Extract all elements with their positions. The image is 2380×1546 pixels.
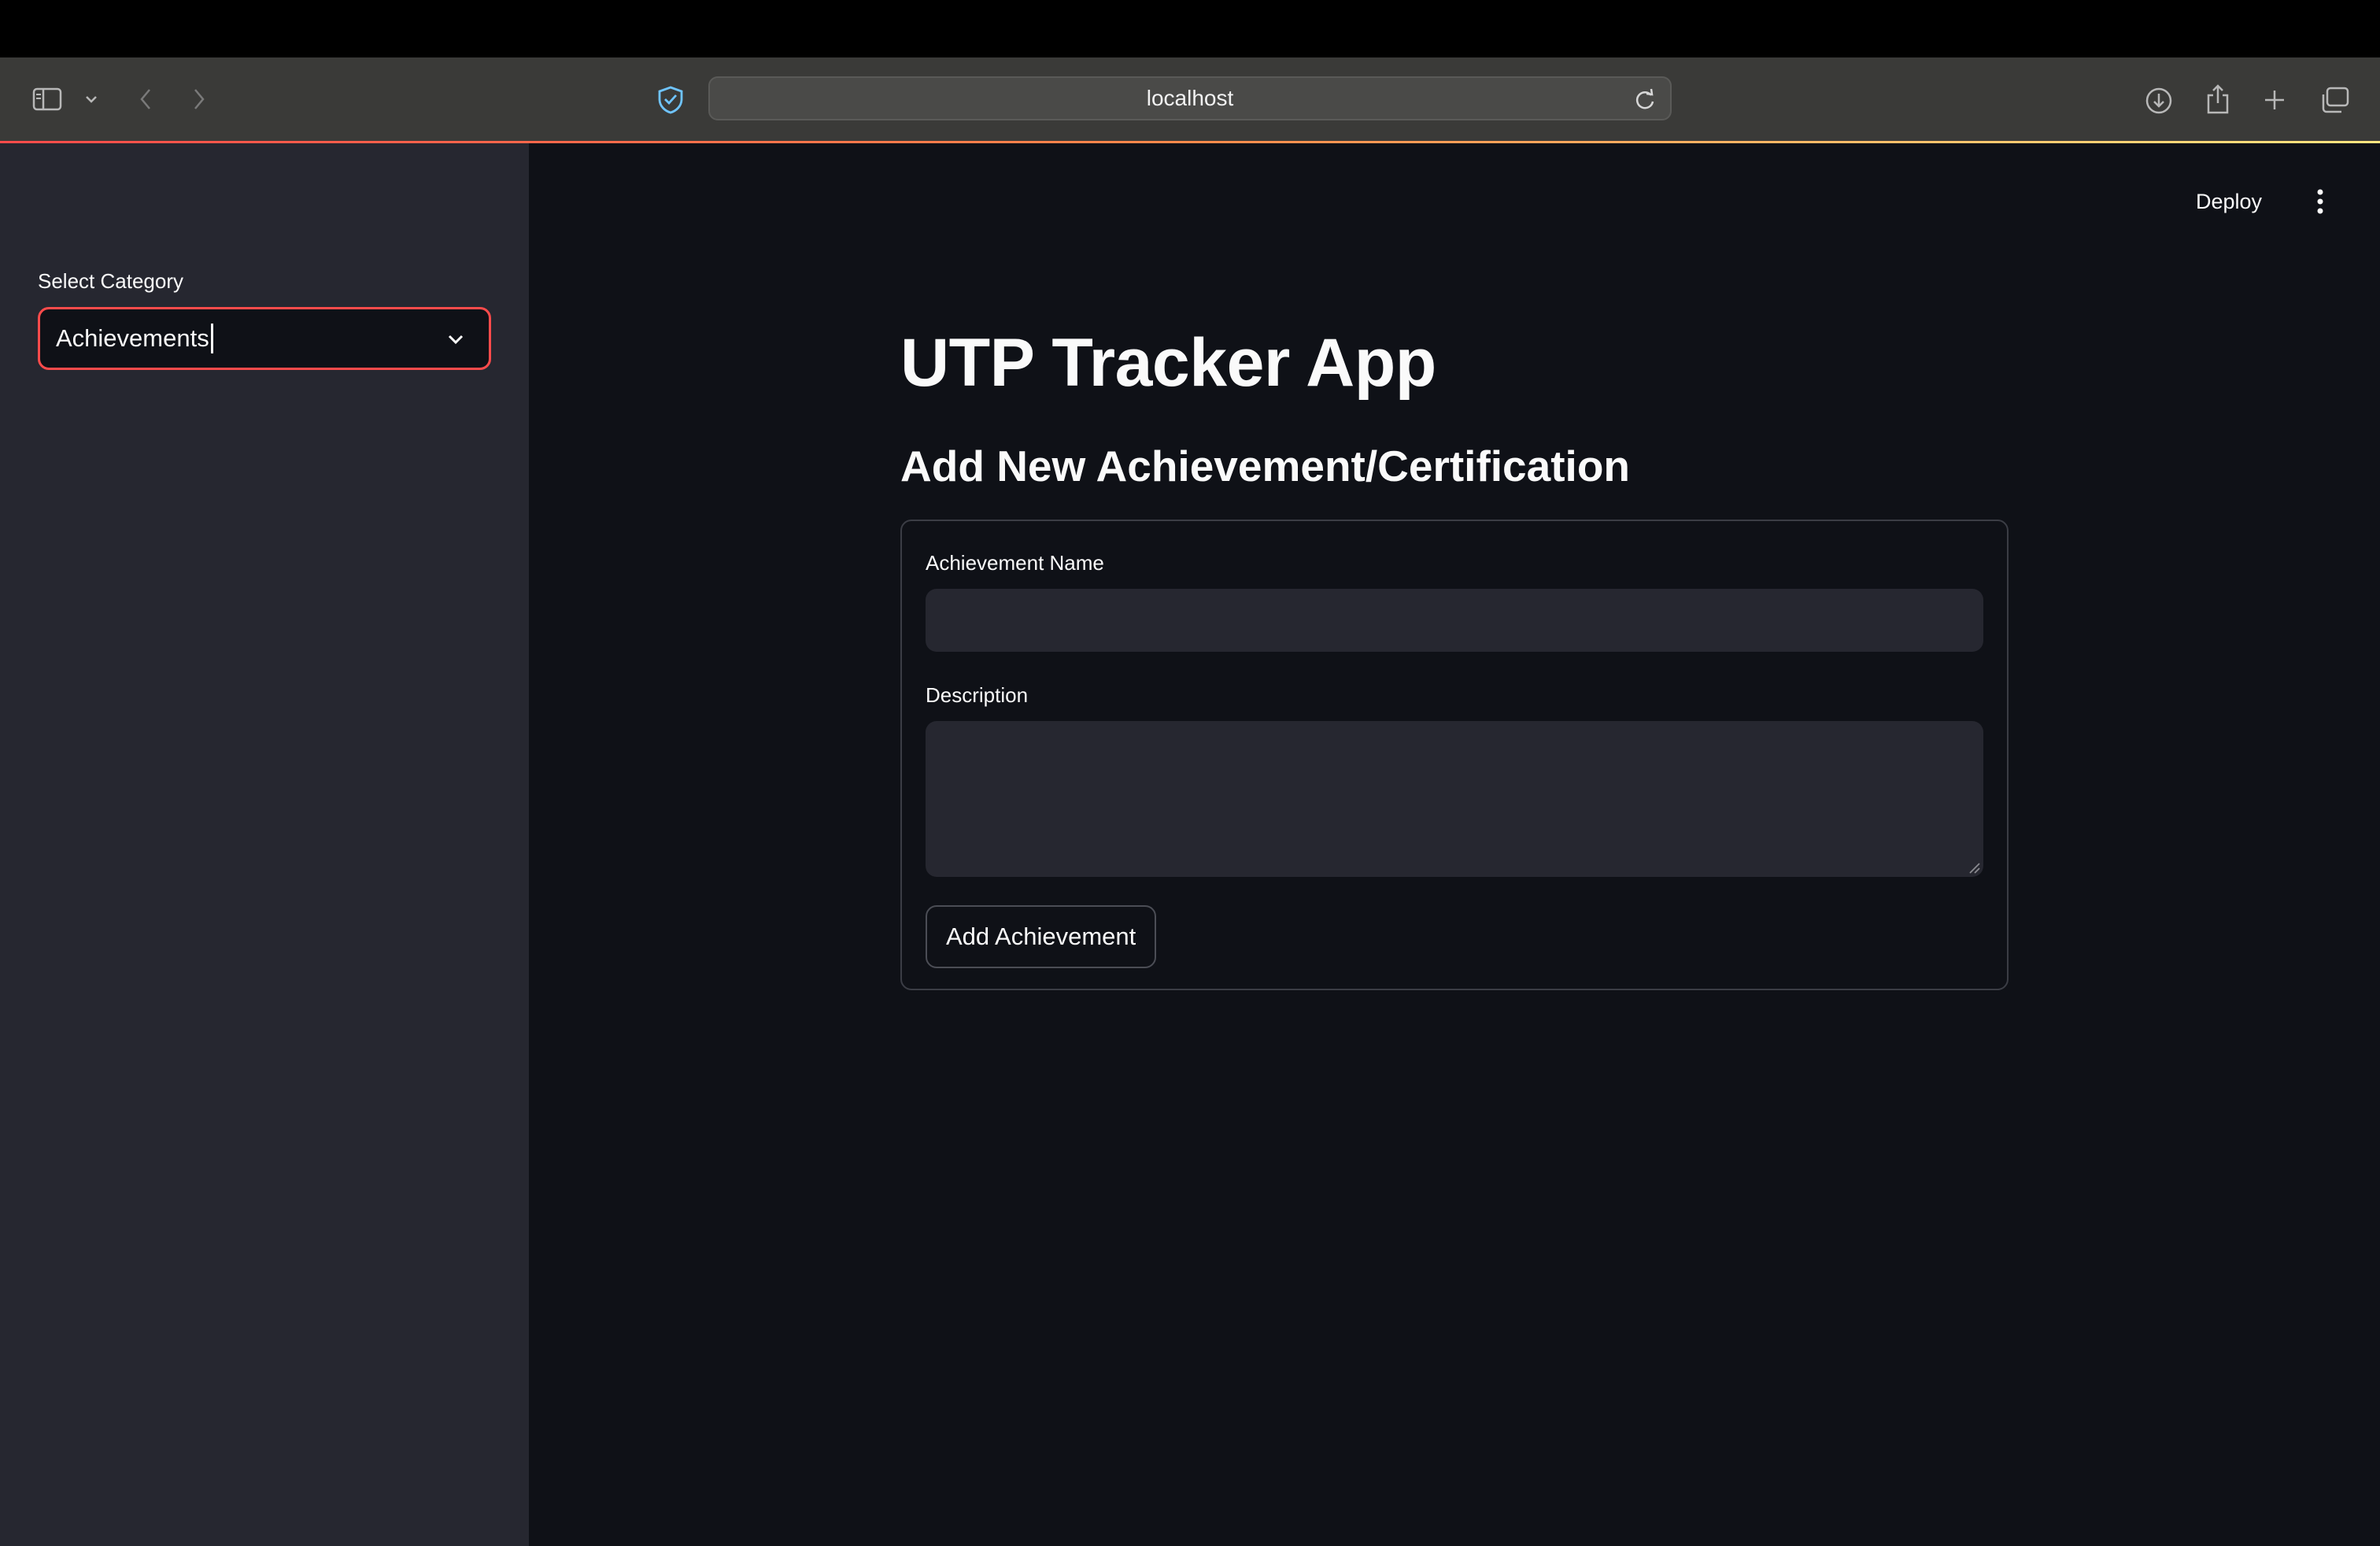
shield-icon[interactable]	[655, 84, 686, 116]
page-title: UTP Tracker App	[900, 325, 1436, 401]
sidebar: Select Category Achievements	[0, 143, 529, 1546]
url-text: localhost	[1146, 86, 1234, 110]
plus-icon[interactable]	[2260, 86, 2289, 114]
tabs-overview-icon[interactable]	[2319, 84, 2352, 116]
address-bar[interactable]: localhost	[708, 76, 1672, 120]
achievement-name-input[interactable]	[926, 589, 1983, 652]
forward-arrow-icon[interactable]	[187, 84, 211, 114]
description-textarea[interactable]	[926, 721, 1983, 877]
deploy-button[interactable]: Deploy	[2196, 183, 2262, 220]
text-caret	[210, 324, 213, 353]
reload-icon[interactable]	[1631, 86, 1659, 114]
kebab-menu-icon[interactable]	[2308, 183, 2333, 220]
sidebar-toggle-icon[interactable]	[31, 85, 63, 113]
achievement-form: Achievement Name Description Add Achieve…	[900, 520, 2009, 990]
select-chevron-icon[interactable]	[443, 327, 468, 352]
section-heading: Add New Achievement/Certification	[900, 442, 1631, 490]
add-achievement-button[interactable]: Add Achievement	[926, 905, 1157, 968]
screen-top-bar	[0, 0, 2380, 57]
select-category-label: Select Category	[38, 269, 183, 293]
download-icon[interactable]	[2142, 84, 2175, 117]
description-label: Description	[926, 683, 1029, 707]
share-icon[interactable]	[2202, 81, 2234, 117]
back-arrow-icon[interactable]	[134, 84, 157, 114]
category-select-value: Achievements	[56, 324, 209, 352]
streamlit-app: Select Category Achievements Deploy UTP …	[0, 143, 2380, 1546]
browser-toolbar: localhost	[0, 57, 2380, 141]
chevron-down-icon[interactable]	[82, 89, 101, 109]
achievement-name-label: Achievement Name	[926, 551, 1104, 575]
category-select[interactable]: Achievements	[38, 307, 491, 370]
resize-handle-icon[interactable]	[1968, 861, 1980, 874]
